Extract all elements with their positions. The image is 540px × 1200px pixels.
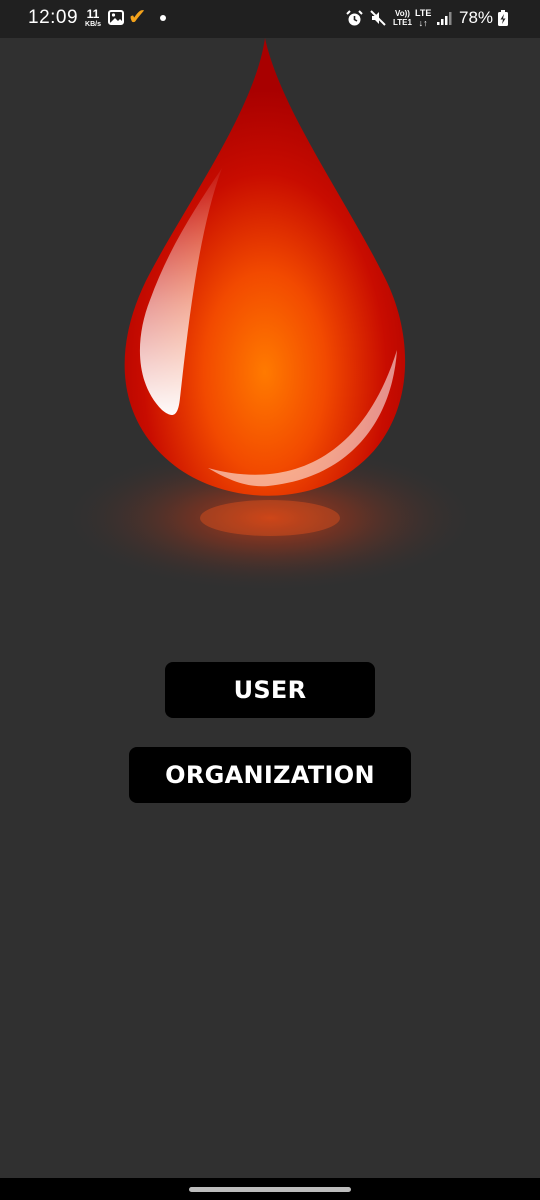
user-button[interactable]: USER	[165, 662, 375, 718]
signal-icon	[436, 11, 454, 31]
volte-indicator: Vo)) LTE1	[393, 9, 412, 27]
home-gesture-handle[interactable]	[189, 1187, 351, 1192]
volte-bottom-label: LTE1	[393, 18, 412, 27]
lte-arrows-label: ↓↑	[418, 18, 428, 28]
net-speed-unit: KB/s	[85, 21, 101, 28]
battery-charging-icon	[497, 10, 509, 32]
net-speed-value: 11	[86, 7, 100, 21]
blood-drop-icon	[40, 38, 500, 618]
notification-dot	[160, 15, 166, 21]
lte-indicator: LTE ↓↑	[415, 8, 431, 28]
check-icon: ✔	[128, 4, 147, 29]
gallery-icon	[108, 10, 124, 30]
net-speed-indicator: 11 KB/s	[82, 8, 104, 28]
mute-icon	[369, 9, 387, 32]
navigation-bar	[0, 1178, 540, 1200]
volte-top-label: Vo))	[395, 9, 410, 18]
lte-top-label: LTE	[415, 8, 432, 18]
status-time: 12:09	[28, 7, 79, 28]
battery-percent: 78%	[459, 8, 494, 27]
alarm-icon	[346, 10, 363, 32]
status-bar: 12:09 11 KB/s ✔ Vo)) LTE1 LTE ↓↑ 78%	[0, 0, 540, 38]
organization-button[interactable]: ORGANIZATION	[129, 747, 411, 803]
